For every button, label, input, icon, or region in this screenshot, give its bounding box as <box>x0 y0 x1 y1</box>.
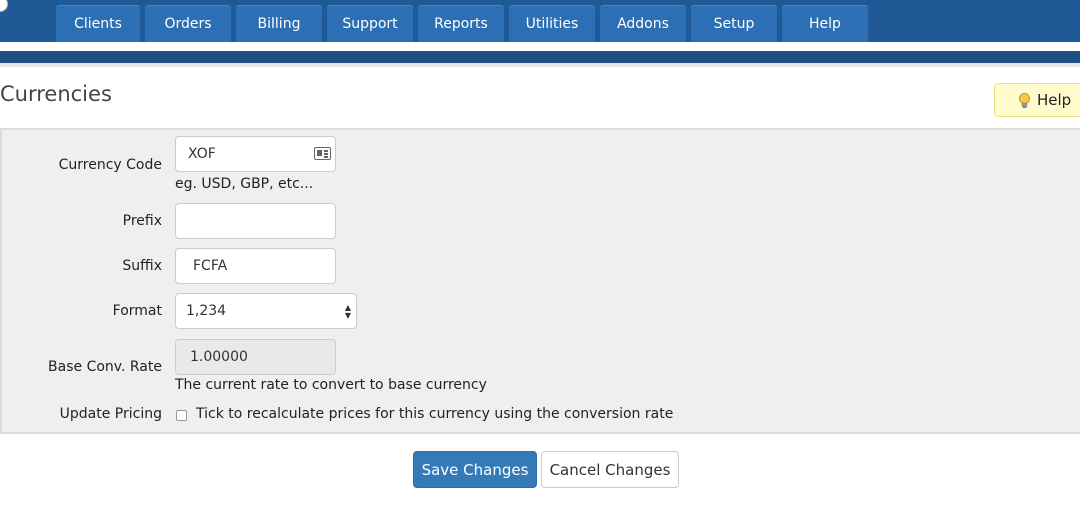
currency-code-value: XOF <box>188 146 216 162</box>
row-base-rate: Base Conv. Rate 1.00000 The current rate… <box>2 334 1080 402</box>
currency-code-label: Currency Code <box>58 157 162 173</box>
update-pricing-label: Update Pricing <box>59 406 162 422</box>
cancel-changes-button[interactable]: Cancel Changes <box>541 451 679 488</box>
currency-code-hint: eg. USD, GBP, etc... <box>175 176 314 192</box>
row-currency-code: Currency Code XOF eg. USD, GBP, etc... <box>2 130 1080 200</box>
nav-tab-orders[interactable]: Orders <box>145 5 231 42</box>
suffix-label: Suffix <box>122 258 162 274</box>
nav-tab-setup[interactable]: Setup <box>691 5 777 42</box>
nav-spacer <box>0 42 1080 51</box>
row-prefix: Prefix <box>2 198 1080 245</box>
logo-icon <box>0 0 8 12</box>
select-arrows-icon: ▲ ▼ <box>344 303 351 320</box>
nav-tab-support[interactable]: Support <box>327 5 413 42</box>
nav-tab-addons[interactable]: Addons <box>600 5 686 42</box>
help-button[interactable]: Help <box>994 83 1080 117</box>
nav-tab-help[interactable]: Help <box>782 5 868 42</box>
divider <box>0 63 1080 67</box>
base-rate-hint: The current rate to convert to base curr… <box>175 377 487 393</box>
nav-tab-clients[interactable]: Clients <box>56 5 140 42</box>
row-suffix: Suffix FCFA <box>2 243 1080 290</box>
base-rate-value: 1.00000 <box>190 349 248 365</box>
prefix-input[interactable] <box>175 203 336 239</box>
base-rate-input: 1.00000 <box>175 339 336 375</box>
nav-tab-billing[interactable]: Billing <box>236 5 322 42</box>
suffix-input[interactable]: FCFA <box>175 248 336 284</box>
lightbulb-icon <box>1019 92 1030 108</box>
help-button-label: Help <box>1037 91 1072 109</box>
currency-form: Currency Code XOF eg. USD, GBP, etc... P… <box>0 128 1080 434</box>
top-navigation-bar: Clients Orders Billing Support Reports U… <box>0 0 1080 42</box>
update-pricing-checkbox[interactable] <box>176 410 187 421</box>
sub-nav-bar <box>0 51 1080 63</box>
update-pricing-checkbox-label[interactable]: Tick to recalculate prices for this curr… <box>196 406 673 422</box>
nav-tab-utilities[interactable]: Utilities <box>509 5 595 42</box>
save-changes-button[interactable]: Save Changes <box>413 451 537 488</box>
row-update-pricing: Update Pricing Tick to recalculate price… <box>2 400 1080 432</box>
row-format: Format 1,234 ▲ ▼ <box>2 288 1080 336</box>
format-label: Format <box>112 303 162 319</box>
page-title: Currencies <box>0 82 112 106</box>
format-selected-value: 1,234 <box>186 303 227 319</box>
base-rate-label: Base Conv. Rate <box>48 359 162 375</box>
format-select[interactable]: 1,234 ▲ ▼ <box>175 293 357 329</box>
contact-card-icon[interactable] <box>314 147 331 160</box>
suffix-value: FCFA <box>193 258 228 274</box>
main-nav: Clients Orders Billing Support Reports U… <box>56 5 868 42</box>
prefix-label: Prefix <box>122 213 162 229</box>
nav-tab-reports[interactable]: Reports <box>418 5 504 42</box>
currency-code-input[interactable]: XOF <box>175 136 336 172</box>
